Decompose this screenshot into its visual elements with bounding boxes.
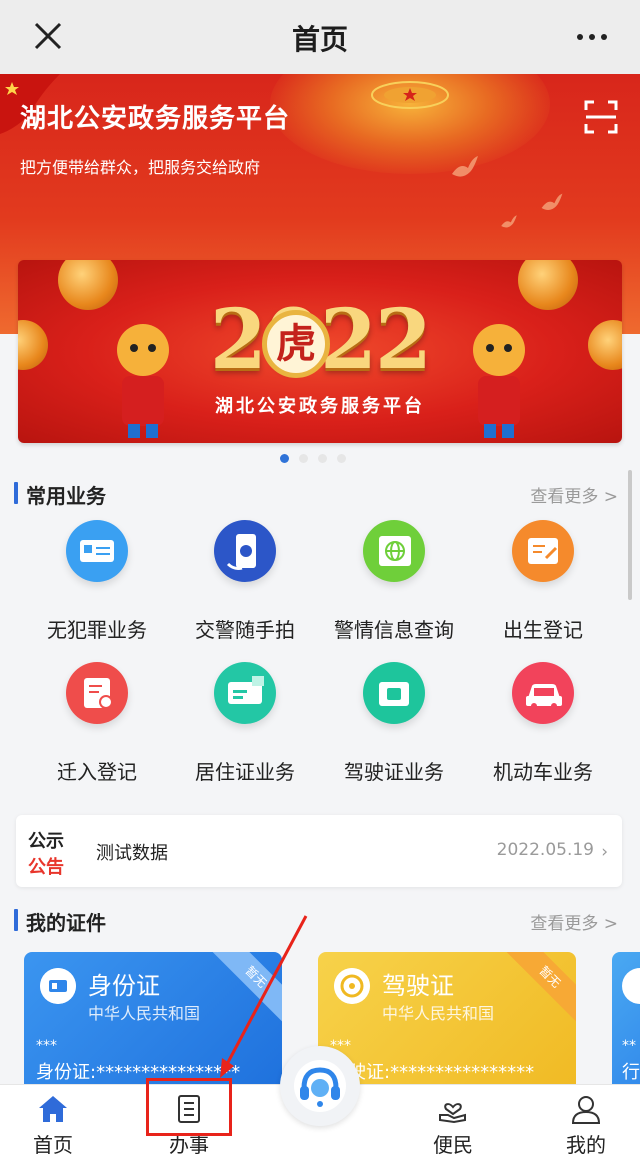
service-label: 迁入登记 bbox=[57, 760, 137, 784]
certificate-issuer: 中华人民共和国 bbox=[88, 1004, 201, 1023]
certificate-holder: ** bbox=[622, 1038, 636, 1054]
highlight-box bbox=[146, 1078, 232, 1136]
service-label: 交警随手拍 bbox=[195, 618, 295, 642]
license-icon bbox=[622, 968, 640, 1004]
certificate-number: 驾驶证:**************** bbox=[330, 1062, 535, 1083]
tiger-character: 虎 bbox=[262, 310, 330, 378]
user-icon bbox=[571, 1096, 601, 1124]
service-item[interactable]: 出生登记 bbox=[468, 520, 618, 643]
notice-tag-line1: 公示 bbox=[28, 831, 64, 852]
service-item[interactable]: 警情信息查询 bbox=[319, 520, 469, 643]
common-services-title: 常用业务 bbox=[26, 484, 106, 508]
scan-icon[interactable] bbox=[584, 100, 618, 134]
chevron-right-icon: › bbox=[601, 842, 608, 862]
phone-camera-icon bbox=[214, 520, 276, 582]
service-label: 居住证业务 bbox=[195, 760, 295, 784]
tab-label: 首页 bbox=[33, 1133, 73, 1157]
scrollbar[interactable] bbox=[628, 470, 632, 600]
page: 首页 湖北公安政务服务平台 把方便带给群众，把服务交给政府 虎 湖北公安政务服务… bbox=[0, 0, 640, 1161]
service-label: 机动车业务 bbox=[493, 760, 593, 784]
carousel-dot[interactable] bbox=[299, 454, 308, 463]
service-item[interactable]: 无犯罪业务 bbox=[22, 520, 172, 643]
heart-hand-icon bbox=[439, 1103, 466, 1124]
national-emblem-icon bbox=[371, 81, 449, 109]
section-accent-bar bbox=[14, 909, 18, 931]
license-icon bbox=[363, 662, 425, 724]
more-icon[interactable] bbox=[574, 22, 610, 52]
my-certificates-more-link[interactable]: 查看更多 > bbox=[530, 909, 618, 934]
dove-icon bbox=[452, 156, 478, 177]
certificate-number: 行 bbox=[622, 1062, 640, 1083]
tab-mine[interactable]: 我的 bbox=[531, 1085, 640, 1161]
dove-icon bbox=[541, 193, 563, 211]
carousel-dot[interactable] bbox=[318, 454, 327, 463]
service-item[interactable]: 居住证业务 bbox=[170, 662, 320, 785]
carousel-indicator[interactable] bbox=[280, 448, 360, 463]
steering-wheel-icon bbox=[334, 968, 370, 1004]
certificate-holder: *** bbox=[36, 1038, 57, 1054]
certificate-icon bbox=[66, 520, 128, 582]
tab-label: 我的 bbox=[566, 1133, 606, 1157]
top-navigation-bar: 首页 bbox=[0, 0, 640, 74]
id-card-icon bbox=[66, 662, 128, 724]
notice-text: 测试数据 bbox=[96, 843, 168, 864]
certificate-name: 驾驶证 bbox=[382, 972, 454, 1000]
service-label: 出生登记 bbox=[503, 618, 583, 642]
carousel-dot[interactable] bbox=[337, 454, 346, 463]
carousel-dot[interactable] bbox=[280, 454, 289, 463]
service-label: 警情信息查询 bbox=[334, 618, 454, 642]
globe-icon bbox=[363, 520, 425, 582]
certificate-issuer: 中华人民共和国 bbox=[382, 1004, 495, 1023]
id-card-icon bbox=[40, 968, 76, 1004]
car-icon bbox=[512, 662, 574, 724]
promo-carousel[interactable]: 2022 虎 湖北公安政务服务平台 bbox=[18, 260, 622, 443]
notice-date: 2022.05.19 bbox=[496, 840, 594, 860]
residence-card-icon bbox=[214, 662, 276, 724]
document-edit-icon bbox=[512, 520, 574, 582]
carousel-caption: 湖北公安政务服务平台 bbox=[215, 396, 425, 417]
status-ribbon: 暂无 bbox=[505, 952, 576, 1022]
service-item[interactable]: 驾驶证业务 bbox=[319, 662, 469, 785]
certificate-name: 身份证 bbox=[88, 972, 160, 1000]
customer-service-icon bbox=[294, 1060, 346, 1112]
my-certificates-title: 我的证件 bbox=[26, 911, 106, 935]
tab-home[interactable]: 首页 bbox=[0, 1085, 108, 1161]
service-item[interactable]: 机动车业务 bbox=[468, 662, 618, 785]
page-title: 首页 bbox=[291, 23, 348, 56]
service-item[interactable]: 迁入登记 bbox=[22, 662, 172, 785]
section-accent-bar bbox=[14, 482, 18, 504]
platform-title: 湖北公安政务服务平台 bbox=[20, 104, 291, 134]
status-ribbon: 暂无 bbox=[211, 952, 282, 1022]
tab-label: 便民 bbox=[433, 1133, 473, 1157]
customer-service-button[interactable] bbox=[280, 1046, 360, 1126]
home-icon bbox=[39, 1096, 67, 1122]
service-item[interactable]: 交警随手拍 bbox=[170, 520, 320, 643]
tab-convenience[interactable]: 便民 bbox=[398, 1085, 508, 1161]
platform-slogan: 把方便带给群众，把服务交给政府 bbox=[20, 158, 261, 177]
notice-bar[interactable]: 公示 公告 测试数据 2022.05.19 › bbox=[16, 815, 622, 887]
common-services-more-link[interactable]: 查看更多 > bbox=[530, 482, 618, 507]
dove-icon bbox=[501, 215, 517, 228]
notice-tag-line2: 公告 bbox=[28, 857, 64, 878]
service-label: 驾驶证业务 bbox=[344, 760, 444, 784]
service-label: 无犯罪业务 bbox=[47, 618, 147, 642]
